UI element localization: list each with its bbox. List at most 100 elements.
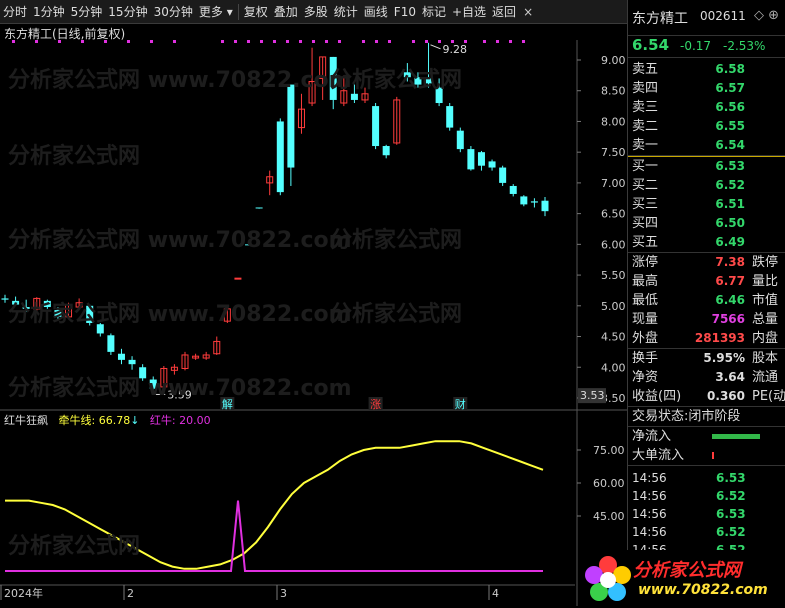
close-icon[interactable]: ×	[519, 5, 537, 19]
f10-button[interactable]: F10	[391, 0, 419, 24]
low-label: 3.59	[167, 388, 192, 401]
last-price: 6.54	[632, 36, 670, 54]
overlay-button[interactable]: 叠加	[271, 0, 301, 24]
draw-button[interactable]: 画线	[361, 0, 391, 24]
fundamentals-block: 换手 5.95% 股本 净资 3.64 流通 收益(四) 0.360 PE(动	[628, 349, 785, 407]
period-5min[interactable]: 5分钟	[68, 0, 106, 24]
bid-row[interactable]: 买三 6.51	[628, 195, 785, 214]
candle-body	[425, 78, 433, 84]
candle-body	[530, 201, 538, 203]
x-tick-label: 3	[280, 587, 287, 600]
signal-dot	[173, 40, 176, 43]
tick-row: 14:56 6.53	[632, 471, 746, 485]
signal-dot	[127, 40, 130, 43]
more-label: 更多	[198, 4, 223, 19]
price-change-pct: -2.53%	[723, 39, 766, 53]
signal-dot	[325, 40, 328, 43]
candle-body	[149, 379, 157, 389]
candle-body	[350, 93, 358, 100]
divider	[237, 3, 239, 20]
flower-logo-icon	[585, 556, 631, 601]
candle-body	[446, 106, 454, 128]
ask-row[interactable]: 卖三 6.56	[628, 98, 785, 117]
price-tag: 3.53	[580, 389, 605, 402]
signal-dot	[273, 40, 276, 43]
y-tick-label: 8.00	[601, 115, 626, 128]
bid-row[interactable]: 买五 6.49	[628, 233, 785, 252]
signal-dot	[312, 40, 315, 43]
ask-row[interactable]: 卖四 6.57	[628, 79, 785, 98]
candle-body	[509, 185, 517, 194]
bid-row[interactable]: 买二 6.52	[628, 176, 785, 195]
bid-row[interactable]: 买四 6.50	[628, 214, 785, 233]
signal-dot	[247, 40, 250, 43]
y-tick-label: 6.00	[601, 238, 626, 251]
candle-body	[276, 121, 284, 193]
signal-dot	[375, 40, 378, 43]
flow-label: 净流入	[632, 429, 672, 444]
signal-dot	[509, 40, 512, 43]
multi-stock-button[interactable]: 多股	[301, 0, 331, 24]
ask-row[interactable]: 卖一 6.54	[628, 136, 785, 155]
candle-body	[477, 152, 485, 166]
ind-y-label: 45.00	[593, 510, 625, 523]
more-dropdown[interactable]: 更多 ▾	[196, 0, 236, 24]
y-tick-label: 5.50	[601, 269, 626, 282]
candle-body	[329, 56, 337, 100]
toolbar: 分时 1分钟 5分钟 15分钟 30分钟 更多 ▾ 复权 叠加 多股 统计 画线…	[0, 0, 627, 24]
candle-body	[43, 300, 51, 308]
event-badge-label: 财	[455, 397, 466, 411]
kline-chart[interactable]: 9.00 8.50 8.00 7.50 7.00 6.50 6.00 5.50 5.00 4.50…	[0, 40, 627, 606]
x-tick-label: 4	[492, 587, 499, 600]
y-tick-label: 5.00	[601, 300, 626, 313]
signal-dot	[425, 40, 428, 43]
candle-body	[372, 106, 380, 147]
add-watchlist-button[interactable]: +自选	[449, 0, 489, 24]
candle-body	[403, 72, 411, 78]
candle-body	[255, 207, 263, 209]
candle-body	[520, 196, 528, 205]
tick-row: 14:566.52	[632, 489, 746, 503]
mark-button[interactable]: 标记	[419, 0, 449, 24]
ask-row[interactable]: 卖二 6.55	[628, 117, 785, 136]
candle-body	[139, 367, 147, 379]
x-tick-label: 2024年	[4, 586, 43, 600]
back-button[interactable]: 返回	[489, 0, 519, 24]
candle-body	[128, 359, 136, 365]
period-1min[interactable]: 1分钟	[30, 0, 68, 24]
fund-row: 收益(四) 0.360 PE(动	[632, 389, 785, 404]
signal-dot	[104, 40, 107, 43]
settings-icon[interactable]: ◇ ⊕	[754, 8, 779, 23]
tick-row: 14:566.52	[632, 525, 746, 539]
price-row: 6.54 -0.17 -2.53%	[628, 36, 785, 58]
stats-button[interactable]: 统计	[331, 0, 361, 24]
candle-body	[435, 87, 443, 104]
ask-row[interactable]: 卖五 6.58	[628, 60, 785, 79]
flow-label: 大单流入	[632, 448, 685, 463]
bid-row[interactable]: 买一 6.53	[628, 157, 785, 176]
period-15min[interactable]: 15分钟	[105, 0, 150, 24]
bid-book: 买一 6.53 买二 6.52 买三 6.51 买四 6.50 买五 6.49	[628, 156, 785, 253]
event-badge-label: 解	[222, 397, 233, 411]
candle-body	[499, 167, 507, 183]
stats-block: 涨停 7.38 跌停 最高 6.77 量比 最低 6.46 市值 现量 7566 总量 外盘 28…	[628, 253, 785, 349]
adjust-button[interactable]: 复权	[241, 0, 271, 24]
signal-dot	[12, 40, 15, 43]
y-tick-label: 8.50	[601, 85, 626, 98]
big-inflow-bar	[712, 452, 714, 459]
indicator-name: 红牛狂飙	[4, 414, 48, 427]
stat-row: 现量 7566 总量	[632, 312, 779, 327]
candle-body	[22, 307, 30, 309]
candle-body	[107, 335, 115, 352]
ind-y-label: 75.00	[593, 444, 625, 457]
period-intraday[interactable]: 分时	[0, 0, 30, 24]
series-value-2: 20.00	[179, 414, 211, 427]
money-flow: 净流入 大单流入	[628, 427, 785, 466]
candle-body	[54, 310, 62, 317]
candle-body	[541, 200, 549, 212]
ind-y-label: 60.00	[593, 477, 625, 490]
candle-body	[117, 353, 125, 360]
signal-dot	[150, 40, 153, 43]
period-30min[interactable]: 30分钟	[151, 0, 196, 24]
arrow-down-icon: ↓	[130, 414, 140, 427]
